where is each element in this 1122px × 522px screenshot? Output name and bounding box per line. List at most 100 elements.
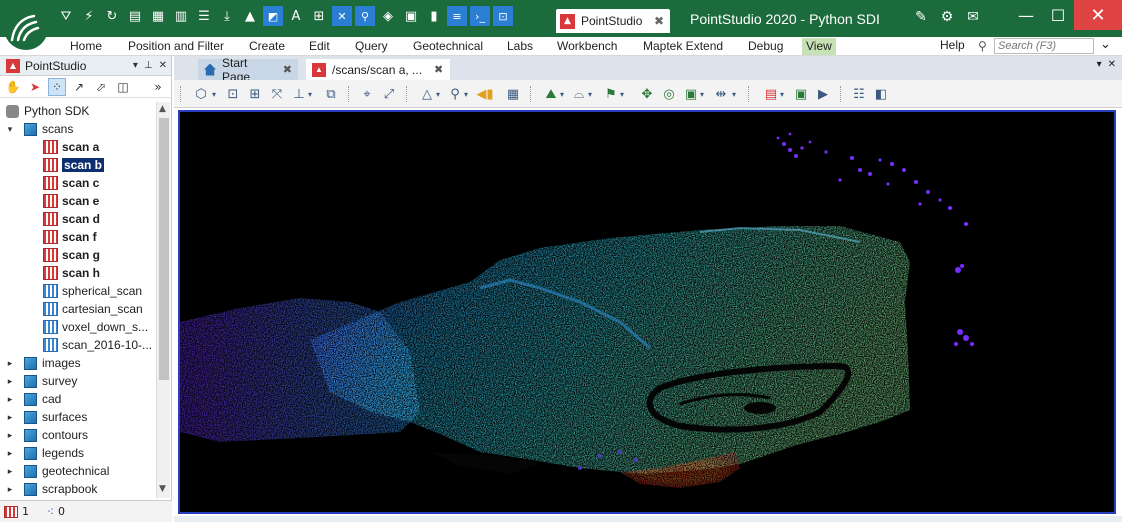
chevron-down-icon[interactable]: ⌄ bbox=[1100, 37, 1111, 52]
tab-home[interactable]: Home bbox=[66, 38, 106, 55]
refresh-icon[interactable]: ↻ bbox=[102, 6, 122, 26]
chevron-down-icon[interactable]: ▾ bbox=[618, 85, 626, 103]
report-icon[interactable]: ▤ bbox=[125, 6, 145, 26]
close-icon[interactable]: ✖ bbox=[654, 14, 664, 28]
chevron-down-icon[interactable]: ▾ bbox=[306, 85, 314, 103]
tab-create[interactable]: Create bbox=[245, 38, 289, 55]
gear-icon[interactable]: ⚙ bbox=[938, 8, 956, 26]
tab-labs[interactable]: Labs bbox=[503, 38, 537, 55]
chevron-down-icon[interactable]: ▾ bbox=[210, 85, 218, 103]
tree-item[interactable]: cartesian_scan bbox=[0, 300, 156, 318]
expand-icon[interactable]: ▸ bbox=[4, 412, 16, 423]
section-icon[interactable]: ⇹ bbox=[712, 85, 730, 103]
polygon-select-icon[interactable]: ⬀ bbox=[92, 78, 110, 96]
tab-debug[interactable]: Debug bbox=[744, 38, 787, 55]
filter-icon[interactable]: ⛛ bbox=[56, 6, 76, 26]
tab-position-and-filter[interactable]: Position and Filter bbox=[124, 38, 228, 55]
command-icon[interactable]: ⊡ bbox=[493, 6, 513, 26]
hierarchy-icon[interactable]: ⊞ bbox=[309, 6, 329, 26]
tree-item[interactable]: scan e bbox=[0, 192, 156, 210]
tree-item[interactable]: ▾ scans bbox=[0, 120, 156, 138]
zoom-selection-icon[interactable]: ⤧ bbox=[268, 85, 286, 103]
tab-start-page[interactable]: Start Page ✖ bbox=[198, 56, 298, 84]
collapse-icon[interactable]: ▾ bbox=[4, 124, 16, 135]
chart-icon[interactable]: ▮ bbox=[424, 6, 444, 26]
copy-view-icon[interactable]: ⧉ bbox=[322, 85, 340, 103]
window-close-icon[interactable]: ✕ bbox=[1074, 0, 1122, 30]
expand-icon[interactable]: ▸ bbox=[4, 376, 16, 387]
tab-geotechnical[interactable]: Geotechnical bbox=[409, 38, 487, 55]
app-logo[interactable] bbox=[4, 6, 48, 50]
pin-icon[interactable]: ⊥ bbox=[144, 60, 153, 71]
tree-item[interactable]: ▸ scrapbook bbox=[0, 480, 156, 498]
cube-icon[interactable]: ◈ bbox=[378, 6, 398, 26]
expand-icon[interactable]: ▸ bbox=[4, 358, 16, 369]
hand-icon[interactable]: ✋ bbox=[4, 78, 22, 96]
zoom-extents-icon[interactable]: ⊞ bbox=[246, 85, 264, 103]
pin-icon[interactable]: ⚲ bbox=[355, 6, 375, 26]
center-icon[interactable]: ⌖ bbox=[358, 85, 376, 103]
image-icon[interactable]: ◩ bbox=[263, 6, 283, 26]
minimize-icon[interactable]: — bbox=[1010, 0, 1042, 30]
legend-icon[interactable]: ◀▮ bbox=[476, 85, 494, 103]
line-select-icon[interactable]: ↗ bbox=[70, 78, 88, 96]
target-icon[interactable]: ◎ bbox=[660, 85, 678, 103]
tree-item[interactable]: ▸ legends bbox=[0, 444, 156, 462]
tree-item[interactable]: scan b bbox=[0, 156, 156, 174]
table-icon[interactable]: ▦ bbox=[148, 6, 168, 26]
layout-icon[interactable]: ◧ bbox=[872, 85, 890, 103]
close-icon[interactable]: ✖ bbox=[283, 63, 292, 76]
text-icon[interactable]: A bbox=[286, 6, 306, 26]
tree-item[interactable]: scan g bbox=[0, 246, 156, 264]
tab-workbench[interactable]: Workbench bbox=[553, 38, 621, 55]
dropdown-icon[interactable]: ▾ bbox=[133, 60, 138, 71]
tree-item[interactable]: ▸ contours bbox=[0, 426, 156, 444]
tree-item[interactable]: scan f bbox=[0, 228, 156, 246]
help-link[interactable]: Help bbox=[940, 38, 965, 52]
console-icon[interactable]: ›_ bbox=[470, 6, 490, 26]
dropdown-icon[interactable]: ▾ bbox=[1097, 59, 1102, 70]
tree-item[interactable]: ▸ survey bbox=[0, 372, 156, 390]
sheet-icon[interactable]: ▥ bbox=[171, 6, 191, 26]
search-input[interactable] bbox=[994, 37, 1094, 54]
tree-item[interactable]: ▸ geotechnical bbox=[0, 462, 156, 480]
mail-icon[interactable]: ✉ bbox=[964, 8, 982, 26]
chevron-down-icon[interactable]: ▾ bbox=[586, 85, 594, 103]
application-document-tab[interactable]: ▲ PointStudio ✖ bbox=[556, 9, 670, 33]
terminal-icon[interactable]: ≡ bbox=[447, 6, 467, 26]
close-icon[interactable]: ✕ bbox=[1108, 59, 1116, 70]
close-icon[interactable]: ✖ bbox=[434, 63, 443, 76]
expand-icon[interactable]: ▸ bbox=[4, 430, 16, 441]
chevron-down-icon[interactable]: ▾ bbox=[698, 85, 706, 103]
list-icon[interactable]: ☰ bbox=[194, 6, 214, 26]
tab-query[interactable]: Query bbox=[351, 38, 392, 55]
snap-icon[interactable]: ✥ bbox=[638, 85, 656, 103]
3d-viewport[interactable] bbox=[178, 110, 1116, 514]
scroll-up-icon[interactable]: ▲ bbox=[159, 104, 166, 114]
tree-item[interactable]: spherical_scan bbox=[0, 282, 156, 300]
view-cube-icon[interactable]: ⬡ bbox=[192, 85, 210, 103]
grid-icon[interactable]: ▦ bbox=[504, 85, 522, 103]
fit-view-icon[interactable]: ⊡ bbox=[224, 85, 242, 103]
screenshot-icon[interactable]: ▣ bbox=[792, 85, 810, 103]
maximize-icon[interactable]: ☐ bbox=[1042, 0, 1074, 30]
tree-scrollbar[interactable]: ▲ ▼ bbox=[156, 102, 170, 498]
tree-item[interactable]: ▸ surfaces bbox=[0, 408, 156, 426]
chevron-down-icon[interactable]: ▾ bbox=[558, 85, 566, 103]
tree-item[interactable]: ▸ cad bbox=[0, 390, 156, 408]
tree-item[interactable]: scan c bbox=[0, 174, 156, 192]
tab-view[interactable]: View bbox=[802, 38, 836, 55]
download-icon[interactable]: ⤓ bbox=[217, 6, 237, 26]
expand-icon[interactable]: ▸ bbox=[4, 394, 16, 405]
pointer-icon[interactable]: ➤ bbox=[26, 78, 44, 96]
overflow-icon[interactable]: » bbox=[149, 78, 167, 96]
play-icon[interactable]: ▶ bbox=[814, 85, 832, 103]
measure-icon[interactable]: ⚡ bbox=[79, 6, 99, 26]
mountain-icon[interactable]: ▲ bbox=[240, 6, 260, 26]
chevron-down-icon[interactable]: ▾ bbox=[434, 85, 442, 103]
tab-scan-view[interactable]: ▲ /scans/scan a, ... ✖ bbox=[306, 59, 450, 80]
tree-item[interactable]: Python SDK bbox=[0, 102, 156, 120]
chevron-down-icon[interactable]: ▾ bbox=[730, 85, 738, 103]
select-points-icon[interactable]: ⁘ bbox=[48, 77, 66, 96]
close-icon[interactable]: ✕ bbox=[159, 60, 167, 71]
